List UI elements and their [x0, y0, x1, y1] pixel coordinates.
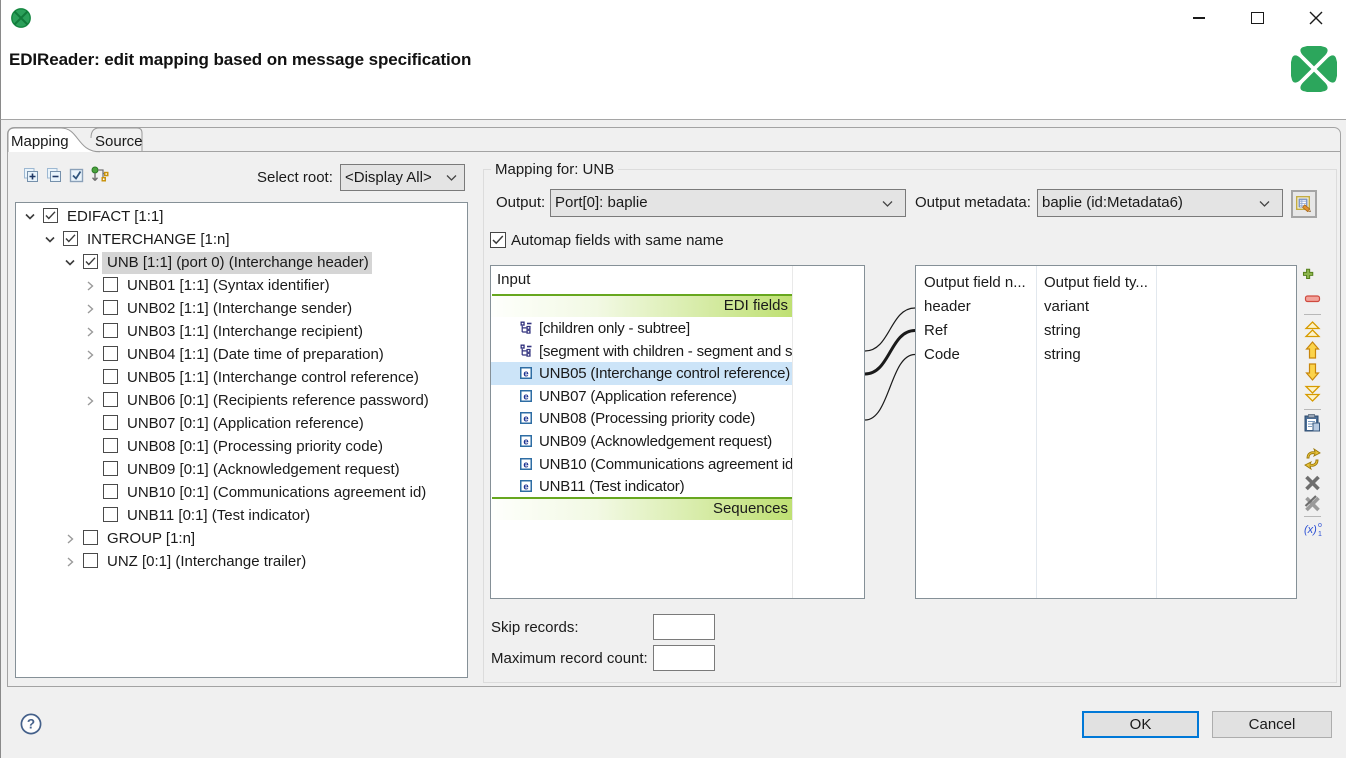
- svg-text:o: o: [1318, 522, 1322, 529]
- svg-text:(x): (x): [1304, 524, 1317, 536]
- svg-text:e: e: [523, 368, 528, 379]
- svg-text:?: ?: [27, 717, 35, 732]
- svg-text:e: e: [523, 459, 528, 470]
- svg-text:e: e: [523, 481, 528, 492]
- svg-text:1: 1: [1318, 531, 1322, 538]
- svg-text:e: e: [523, 436, 528, 447]
- svg-text:e: e: [523, 391, 528, 402]
- svg-text:e: e: [523, 413, 528, 424]
